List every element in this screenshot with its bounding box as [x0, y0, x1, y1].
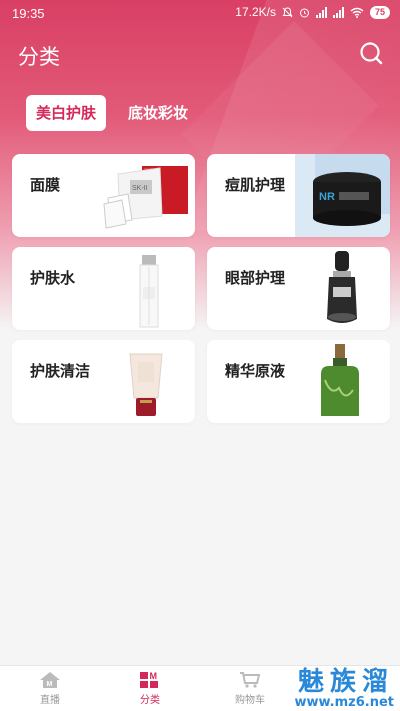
- svg-text:M: M: [150, 671, 158, 681]
- network-speed: 17.2K/s: [235, 5, 276, 19]
- mute-icon: [282, 6, 293, 17]
- alarm-icon: [299, 8, 309, 17]
- category-icon: M: [140, 671, 158, 688]
- signal-icon: [332, 6, 344, 18]
- nav-item-cart[interactable]: 购物车: [200, 666, 300, 711]
- category-card-eye-care[interactable]: 眼部护理: [207, 247, 390, 330]
- category-tabs: 美白护肤 底妆彩妆: [26, 95, 198, 131]
- category-label: 面膜: [30, 176, 61, 194]
- watermark: 魅族溜 www.mz6.net: [294, 668, 394, 710]
- category-label: 护肤水: [30, 269, 76, 287]
- sheet-mask-image: SK-II: [103, 166, 188, 229]
- status-time: 19:35: [12, 6, 45, 21]
- nav-item-category[interactable]: M 分类: [100, 666, 200, 711]
- category-label: 眼部护理: [225, 269, 286, 287]
- tab-makeup[interactable]: 底妆彩妆: [118, 95, 198, 131]
- svg-text:SK-II: SK-II: [132, 185, 148, 192]
- watermark-text: 魅族溜: [297, 667, 394, 697]
- cart-icon: [240, 672, 261, 688]
- category-card-toner[interactable]: 护肤水: [12, 247, 195, 330]
- watermark-url: www.mz6.net: [294, 695, 394, 710]
- category-label: 痘肌护理: [225, 176, 286, 194]
- category-label: 护肤清洁: [30, 362, 91, 380]
- tab-skincare-whitening[interactable]: 美白护肤: [26, 95, 107, 131]
- status-icons: 17.2K/s 75: [235, 5, 390, 19]
- eye-serum-image: [327, 251, 357, 323]
- category-card-essence[interactable]: 精华原液: [207, 340, 390, 423]
- cleanser-tube-image: [129, 353, 163, 416]
- toner-bottle-image: [139, 255, 159, 328]
- mask-jar-image: NR: [295, 154, 390, 237]
- page-title: 分类: [18, 45, 60, 69]
- category-card-acne-care[interactable]: 痘肌护理 NR: [207, 154, 390, 237]
- category-card-mask[interactable]: 面膜 SK-II: [12, 154, 195, 237]
- essence-bottle-image: [321, 344, 359, 416]
- svg-text:NR: NR: [319, 191, 335, 203]
- svg-text:M: M: [47, 681, 53, 688]
- nav-label: 购物车: [235, 695, 265, 706]
- home-icon: M: [40, 672, 60, 688]
- category-grid: 面膜 SK-II 痘肌护理 NR 护肤水 眼部护理 护肤清洁 精华原液: [12, 154, 390, 423]
- nav-label: 分类: [140, 695, 160, 706]
- signal-icon: [315, 6, 327, 18]
- nav-item-live[interactable]: M 直播: [0, 666, 100, 711]
- wifi-icon: [350, 7, 364, 18]
- search-icon[interactable]: [358, 40, 384, 66]
- app-header: 分类: [0, 36, 400, 76]
- battery-indicator: 75: [369, 5, 390, 19]
- nav-label: 直播: [40, 695, 60, 706]
- category-card-cleansing[interactable]: 护肤清洁: [12, 340, 195, 423]
- category-label: 精华原液: [225, 362, 286, 380]
- status-bar: 19:35 17.2K/s 75: [0, 0, 400, 26]
